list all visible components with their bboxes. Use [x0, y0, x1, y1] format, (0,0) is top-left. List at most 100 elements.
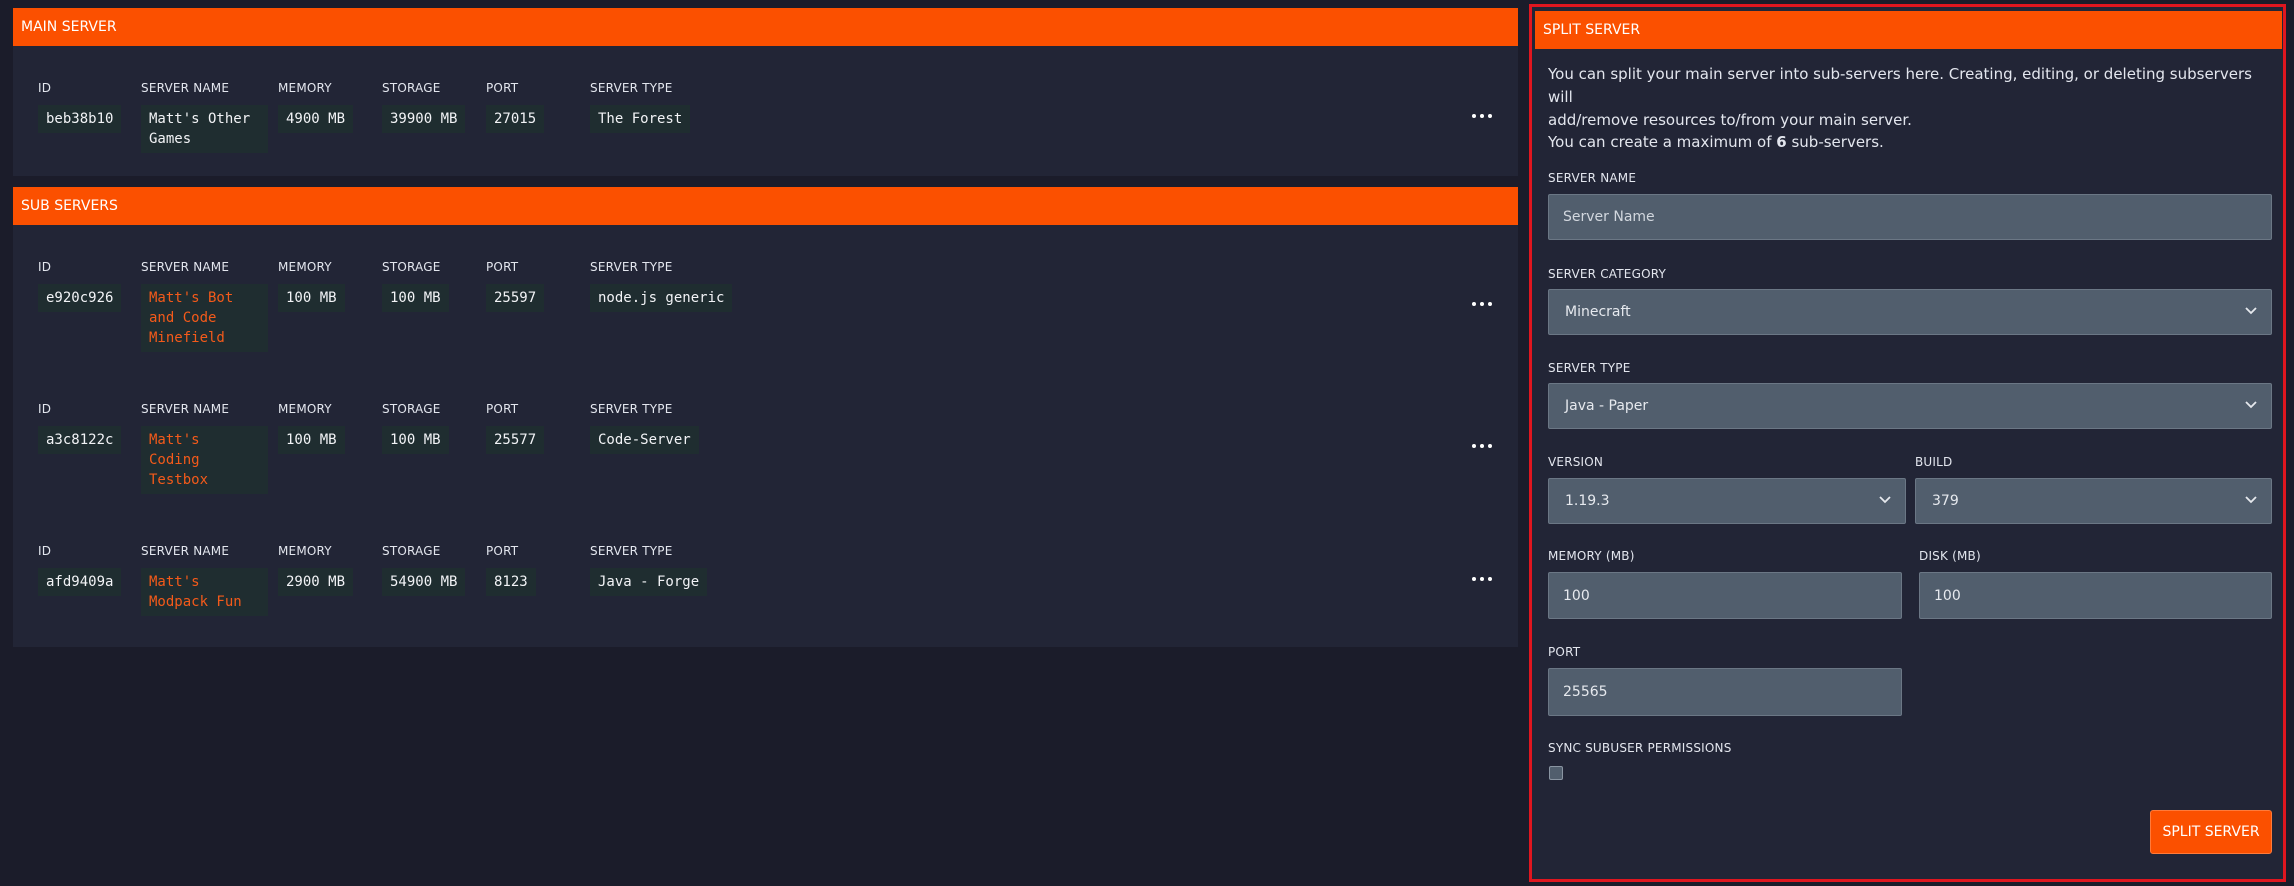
col-id-label: ID: [38, 81, 52, 95]
split-server-button-label: SPLIT SERVER: [2162, 824, 2260, 840]
server-type-select[interactable]: Java - Paper: [1548, 383, 2272, 429]
server-type-label: SERVER TYPE: [1548, 361, 1631, 375]
more-dots-icon[interactable]: [1472, 111, 1492, 121]
chevron-down-icon: [2245, 496, 2257, 504]
more-dots-icon[interactable]: [1472, 299, 1492, 309]
build-select[interactable]: 379: [1915, 478, 2272, 524]
sub-servers-panel: ID SERVER NAME MEMORY STORAGE PORT SERVE…: [13, 225, 1518, 647]
col-memory-label: MEMORY: [278, 402, 332, 416]
sub-servers-header: SUB SERVERS: [13, 187, 1518, 225]
server-type-value: Java - Paper: [1565, 398, 1649, 414]
chevron-down-icon: [2245, 307, 2257, 315]
subserver-memory: 2900 MB: [278, 568, 354, 596]
sync-permissions-checkbox[interactable]: [1549, 766, 1563, 780]
server-port: 27015: [486, 105, 545, 133]
build-label: BUILD: [1915, 455, 1953, 469]
more-dots-icon[interactable]: [1472, 574, 1492, 584]
port-label: PORT: [1548, 645, 1581, 659]
version-value: 1.19.3: [1565, 493, 1610, 509]
port-value: 25565: [1563, 684, 1608, 700]
subserver-memory: 100 MB: [278, 284, 345, 312]
main-server-panel: ID SERVER NAME MEMORY STORAGE PORT SERVE…: [13, 46, 1518, 176]
col-memory-label: MEMORY: [278, 544, 332, 558]
disk-value: 100: [1934, 587, 1961, 604]
subserver-name-link[interactable]: Matt's Coding Testbox: [141, 426, 268, 494]
col-memory-label: MEMORY: [278, 260, 332, 274]
col-port-label: PORT: [486, 81, 519, 95]
subserver-name-line: Modpack Fun: [149, 594, 242, 610]
max-suffix: sub-servers.: [1786, 133, 1884, 151]
memory-input[interactable]: 100: [1548, 572, 1902, 619]
main-server-header: MAIN SERVER: [13, 8, 1518, 46]
server-name-placeholder: Server Name: [1563, 209, 1655, 225]
subserver-name-line: Minefield: [149, 330, 225, 346]
col-port-label: PORT: [486, 402, 519, 416]
more-dots-icon[interactable]: [1472, 441, 1492, 451]
subserver-storage: 100 MB: [382, 284, 449, 312]
split-server-title: SPLIT SERVER: [1543, 22, 1641, 38]
subserver-name-link[interactable]: Matt's Bot and Code Minefield: [141, 284, 268, 352]
col-type-label: SERVER TYPE: [590, 260, 673, 274]
split-intro-text: You can split your main server into sub-…: [1548, 63, 2268, 132]
memory-label: MEMORY (MB): [1548, 549, 1635, 563]
chevron-down-icon: [1879, 496, 1891, 504]
server-memory: 4900 MB: [278, 105, 354, 133]
subserver-id: afd9409a: [38, 568, 122, 596]
col-id-label: ID: [38, 544, 52, 558]
subserver-name-line: Coding: [149, 452, 200, 468]
subserver-storage: 54900 MB: [382, 568, 466, 596]
col-storage-label: STORAGE: [382, 402, 441, 416]
disk-label: DISK (MB): [1919, 549, 1981, 563]
subserver-name-line: Testbox: [149, 472, 209, 488]
subserver-id: e920c926: [38, 284, 122, 312]
col-port-label: PORT: [486, 260, 519, 274]
col-storage-label: STORAGE: [382, 260, 441, 274]
version-label: VERSION: [1548, 455, 1604, 469]
col-name-label: SERVER NAME: [141, 402, 230, 416]
col-id-label: ID: [38, 260, 52, 274]
subserver-name-line: Matt's: [149, 574, 200, 590]
subserver-id: a3c8122c: [38, 426, 122, 454]
server-name-line: Matt's Other: [149, 111, 251, 127]
col-type-label: SERVER TYPE: [590, 81, 673, 95]
col-storage-label: STORAGE: [382, 544, 441, 558]
max-prefix: You can create a maximum of: [1548, 133, 1777, 151]
col-storage-label: STORAGE: [382, 81, 441, 95]
server-name: Matt's Other Games: [141, 105, 268, 153]
subserver-port: 25577: [486, 426, 545, 454]
server-type: The Forest: [590, 105, 691, 133]
subserver-name-line: and Code: [149, 310, 217, 326]
server-name-line: Games: [149, 131, 192, 147]
split-intro-line: add/remove resources to/from your main s…: [1548, 111, 1912, 129]
col-memory-label: MEMORY: [278, 81, 332, 95]
subserver-name-link[interactable]: Matt's Modpack Fun: [141, 568, 268, 616]
version-select[interactable]: 1.19.3: [1548, 478, 1906, 524]
sub-servers-title: SUB SERVERS: [21, 198, 118, 214]
subserver-type: Java - Forge: [590, 568, 708, 596]
subserver-memory: 100 MB: [278, 426, 345, 454]
split-server-button[interactable]: SPLIT SERVER: [2150, 810, 2272, 854]
subserver-type: node.js generic: [590, 284, 733, 312]
server-name-label: SERVER NAME: [1548, 171, 1637, 185]
col-port-label: PORT: [486, 544, 519, 558]
main-server-title: MAIN SERVER: [21, 19, 117, 35]
server-name-input[interactable]: Server Name: [1548, 194, 2272, 240]
subserver-port: 8123: [486, 568, 536, 596]
server-category-select[interactable]: Minecraft: [1548, 289, 2272, 335]
disk-input[interactable]: 100: [1919, 572, 2272, 619]
server-id: beb38b10: [38, 105, 122, 133]
subserver-storage: 100 MB: [382, 426, 449, 454]
memory-value: 100: [1563, 587, 1590, 604]
col-name-label: SERVER NAME: [141, 81, 230, 95]
col-name-label: SERVER NAME: [141, 544, 230, 558]
sync-permissions-label: SYNC SUBUSER PERMISSIONS: [1548, 741, 1732, 755]
port-input[interactable]: 25565: [1548, 668, 1902, 716]
split-intro-line: You can split your main server into sub-…: [1548, 65, 2252, 106]
split-server-panel: SPLIT SERVER You can split your main ser…: [1529, 4, 2286, 882]
server-storage: 39900 MB: [382, 105, 466, 133]
max-subservers-text: You can create a maximum of 6 sub-server…: [1548, 131, 1884, 154]
col-id-label: ID: [38, 402, 52, 416]
subserver-name-line: Matt's: [149, 432, 200, 448]
subserver-type: Code-Server: [590, 426, 699, 454]
split-server-header: SPLIT SERVER: [1535, 11, 2282, 49]
